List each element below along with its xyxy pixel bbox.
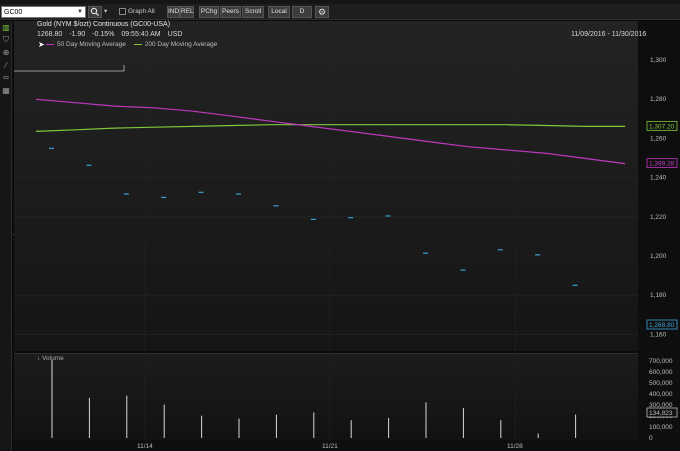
y-tick-label: 1,220 <box>650 214 667 221</box>
ma50-badge: 1,399.28 <box>649 161 675 168</box>
ma200-line <box>35 124 625 132</box>
y-tick-label: 1,280 <box>650 96 667 103</box>
x-tick-label: 11/14 <box>137 443 153 450</box>
volume-y-tick-label: 600,000 <box>649 369 673 376</box>
volume-y-tick-label: 700,000 <box>649 358 673 365</box>
chart-svg: 1,300 1,280 1,260 1,240 1,220 1,200 1,180 1,160… <box>14 21 678 450</box>
ma50-line <box>35 98 626 165</box>
y-tick-label: 1,300 <box>650 57 667 64</box>
y-tick-label: 1,180 <box>650 292 667 299</box>
ma200-badge: 1,307.20 <box>649 123 675 130</box>
volume-y-tick-label: 400,000 <box>649 391 673 398</box>
last-price-badge: 1,268.80 <box>649 322 675 329</box>
x-tick-label: 11/28 <box>507 443 523 450</box>
volume-y-tick-label: 500,000 <box>649 380 673 387</box>
y-tick-label: 1,240 <box>650 175 667 182</box>
x-tick-label: 11/21 <box>322 443 338 450</box>
volume-last-badge: 134,823 <box>649 410 673 417</box>
y-tick-label: 1,260 <box>650 135 667 142</box>
volume-y-tick-label: 0 <box>649 435 653 442</box>
y-tick-label: 1,160 <box>650 331 667 338</box>
y-tick-label: 1,200 <box>650 253 667 260</box>
volume-y-tick-label: 100,000 <box>649 424 673 431</box>
